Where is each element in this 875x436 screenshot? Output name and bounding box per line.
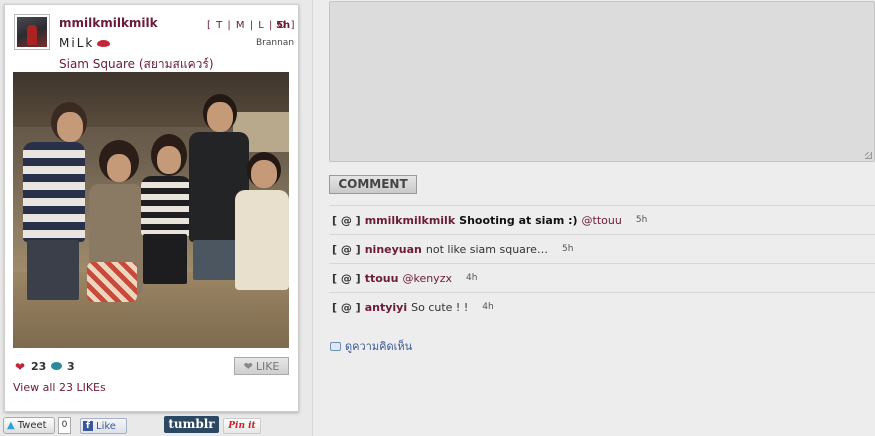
comment-mention[interactable]: @kenyzx — [402, 272, 452, 285]
reply-at-button[interactable]: [ @ ] — [332, 272, 361, 285]
comment-time: 4h — [465, 273, 478, 283]
post-time: 5h — [276, 20, 291, 31]
comment-text: not like siam square… — [425, 242, 548, 256]
photo-figure — [141, 176, 191, 236]
avatar[interactable] — [14, 14, 50, 50]
comment-time: 5h — [635, 215, 648, 225]
tweet-count: 0 — [58, 417, 71, 434]
photo-figure — [23, 142, 85, 242]
comment-time: 5h — [561, 244, 574, 254]
filter-name: Brannan — [256, 38, 295, 48]
like-button[interactable]: ❤ LIKE — [234, 357, 289, 375]
view-all-likes-link[interactable]: View all 23 LIKEs — [13, 381, 106, 394]
reply-at-button[interactable]: [ @ ] — [332, 214, 361, 227]
photo-figure — [87, 262, 137, 302]
photo-figure — [157, 146, 181, 174]
left-column: mmilkmilkmilk MiLk Siam Square (สยามสแคว… — [0, 0, 313, 436]
tumblr-button[interactable]: tumblr — [164, 416, 219, 433]
reply-at-button[interactable]: [ @ ] — [332, 243, 361, 256]
photo-figure — [193, 240, 239, 280]
like-heart-icon: ❤ — [243, 359, 253, 373]
comment-user[interactable]: antyiyi — [365, 301, 407, 314]
tweet-label: Tweet — [17, 420, 47, 431]
likes-count: 23 — [31, 360, 47, 373]
photo-figure — [235, 190, 289, 290]
comment-time: 4h — [482, 302, 494, 312]
avatar-image — [17, 17, 47, 47]
twitter-bird-icon: ▲ — [7, 420, 15, 431]
full-name-text: MiLk — [59, 36, 95, 50]
post-card: mmilkmilkmilk MiLk Siam Square (สยามสแคว… — [4, 4, 299, 412]
fb-like-label: Like — [96, 420, 116, 432]
comment-user[interactable]: nineyuan — [365, 243, 422, 256]
pinit-button[interactable]: Pin it — [223, 418, 261, 434]
view-comments-label: ดูความคิดเห็น — [345, 340, 413, 353]
photo-figure — [57, 112, 83, 142]
speech-bubble-icon — [330, 341, 341, 351]
facebook-like-button[interactable]: f Like — [80, 418, 127, 434]
reply-at-button[interactable]: [ @ ] — [332, 301, 361, 314]
comment-row: [ @ ] antyiyi So cute ! ! 4h — [329, 292, 875, 321]
tweet-button[interactable]: ▲ Tweet — [3, 417, 55, 434]
comments-count: 3 — [67, 360, 75, 373]
heart-icon[interactable]: ❤ — [15, 360, 25, 374]
post-username[interactable]: mmilkmilkmilk — [59, 16, 158, 30]
facebook-icon: f — [83, 421, 93, 431]
comment-row: [ @ ] ttouu @kenyzx 4h — [329, 263, 875, 292]
comment-row: [ @ ] nineyuan not like siam square… 5h — [329, 234, 875, 263]
right-column: COMMENT [ @ ] mmilkmilkmilk Shooting at … — [314, 0, 875, 436]
lips-icon — [97, 40, 111, 47]
photo-figure — [107, 154, 131, 182]
like-button-label: LIKE — [255, 359, 280, 373]
post-actions: ❤ 23 3 ❤ LIKE — [13, 357, 289, 375]
view-comments-link[interactable]: ดูความคิดเห็น — [330, 337, 412, 355]
comment-text: Shooting at siam :) — [459, 213, 578, 227]
photo-figure — [251, 160, 277, 188]
comment-user[interactable]: mmilkmilkmilk — [365, 214, 455, 227]
comment-row: [ @ ] mmilkmilkmilk Shooting at siam :) … — [329, 205, 875, 234]
comment-icon[interactable] — [51, 362, 62, 370]
resize-grip-icon[interactable] — [865, 152, 872, 159]
photo-figure — [27, 240, 79, 300]
post-photo[interactable] — [13, 72, 289, 348]
photo-figure — [207, 102, 233, 132]
comment-textarea[interactable] — [329, 1, 875, 162]
comment-user[interactable]: ttouu — [365, 272, 399, 285]
comment-submit-button[interactable]: COMMENT — [329, 175, 417, 194]
photo-figure — [143, 234, 187, 284]
share-bar: ▲ Tweet 0 f Like tumblr Pin it — [2, 416, 302, 434]
comment-text: So cute ! ! — [411, 300, 469, 314]
post-full-name: MiLk — [59, 36, 111, 50]
comment-mention[interactable]: @ttouu — [582, 214, 622, 227]
comment-list: [ @ ] mmilkmilkmilk Shooting at siam :) … — [329, 205, 875, 321]
